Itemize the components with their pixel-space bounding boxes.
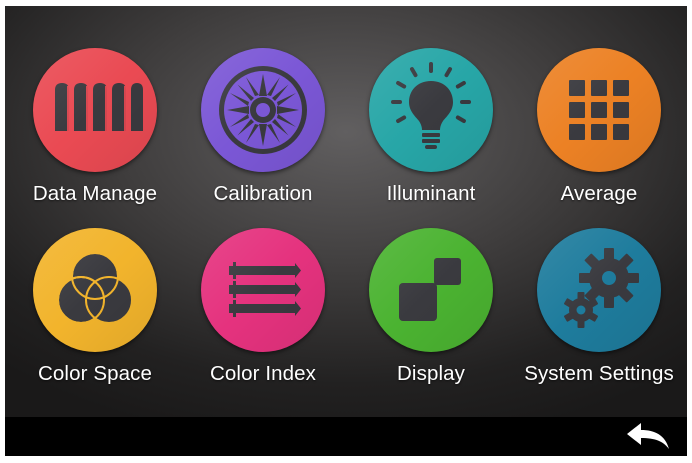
average-button[interactable] <box>537 48 661 172</box>
menu-label-calibration: Calibration <box>213 182 313 205</box>
menu-item-illuminant[interactable]: Illuminant <box>346 48 516 223</box>
menu-item-data-manage[interactable]: Data Manage <box>10 48 180 223</box>
menu-item-system-settings[interactable]: System Settings <box>514 228 684 403</box>
menu-item-color-index[interactable]: Color Index <box>178 228 348 403</box>
menu-label-display: Display <box>397 362 465 385</box>
color-index-button[interactable] <box>201 228 325 352</box>
menu-item-average[interactable]: Average <box>514 48 684 223</box>
menu-item-display[interactable]: Display <box>346 228 516 403</box>
menu-item-color-space[interactable]: Color Space <box>10 228 180 403</box>
calibration-button[interactable] <box>201 48 325 172</box>
system-settings-button[interactable] <box>537 228 661 352</box>
back-button[interactable] <box>623 421 673 453</box>
menu-label-illuminant: Illuminant <box>386 182 476 205</box>
menu-item-calibration[interactable]: Calibration <box>178 48 348 223</box>
menu-label-data-manage: Data Manage <box>32 182 158 205</box>
main-menu-screen: Data Manage Calibration Illuminant Avera… <box>5 6 687 456</box>
display-button[interactable] <box>369 228 493 352</box>
menu-label-system-settings: System Settings <box>524 362 674 385</box>
bottom-bar <box>5 417 687 456</box>
menu-label-color-space: Color Space <box>38 362 152 385</box>
back-arrow-icon <box>627 423 669 449</box>
illuminant-button[interactable] <box>369 48 493 172</box>
data-manage-button[interactable] <box>33 48 157 172</box>
display-icon <box>399 258 461 321</box>
calibration-icon <box>219 66 307 154</box>
gears-icon <box>564 248 639 328</box>
lightbulb-icon <box>391 62 471 149</box>
color-index-icon <box>229 262 301 317</box>
menu-label-average: Average <box>560 182 638 205</box>
grid-icon <box>569 80 629 140</box>
menu-label-color-index: Color Index <box>210 362 316 385</box>
data-manage-icon <box>55 83 143 131</box>
color-space-button[interactable] <box>33 228 157 352</box>
color-space-icon <box>57 252 133 324</box>
